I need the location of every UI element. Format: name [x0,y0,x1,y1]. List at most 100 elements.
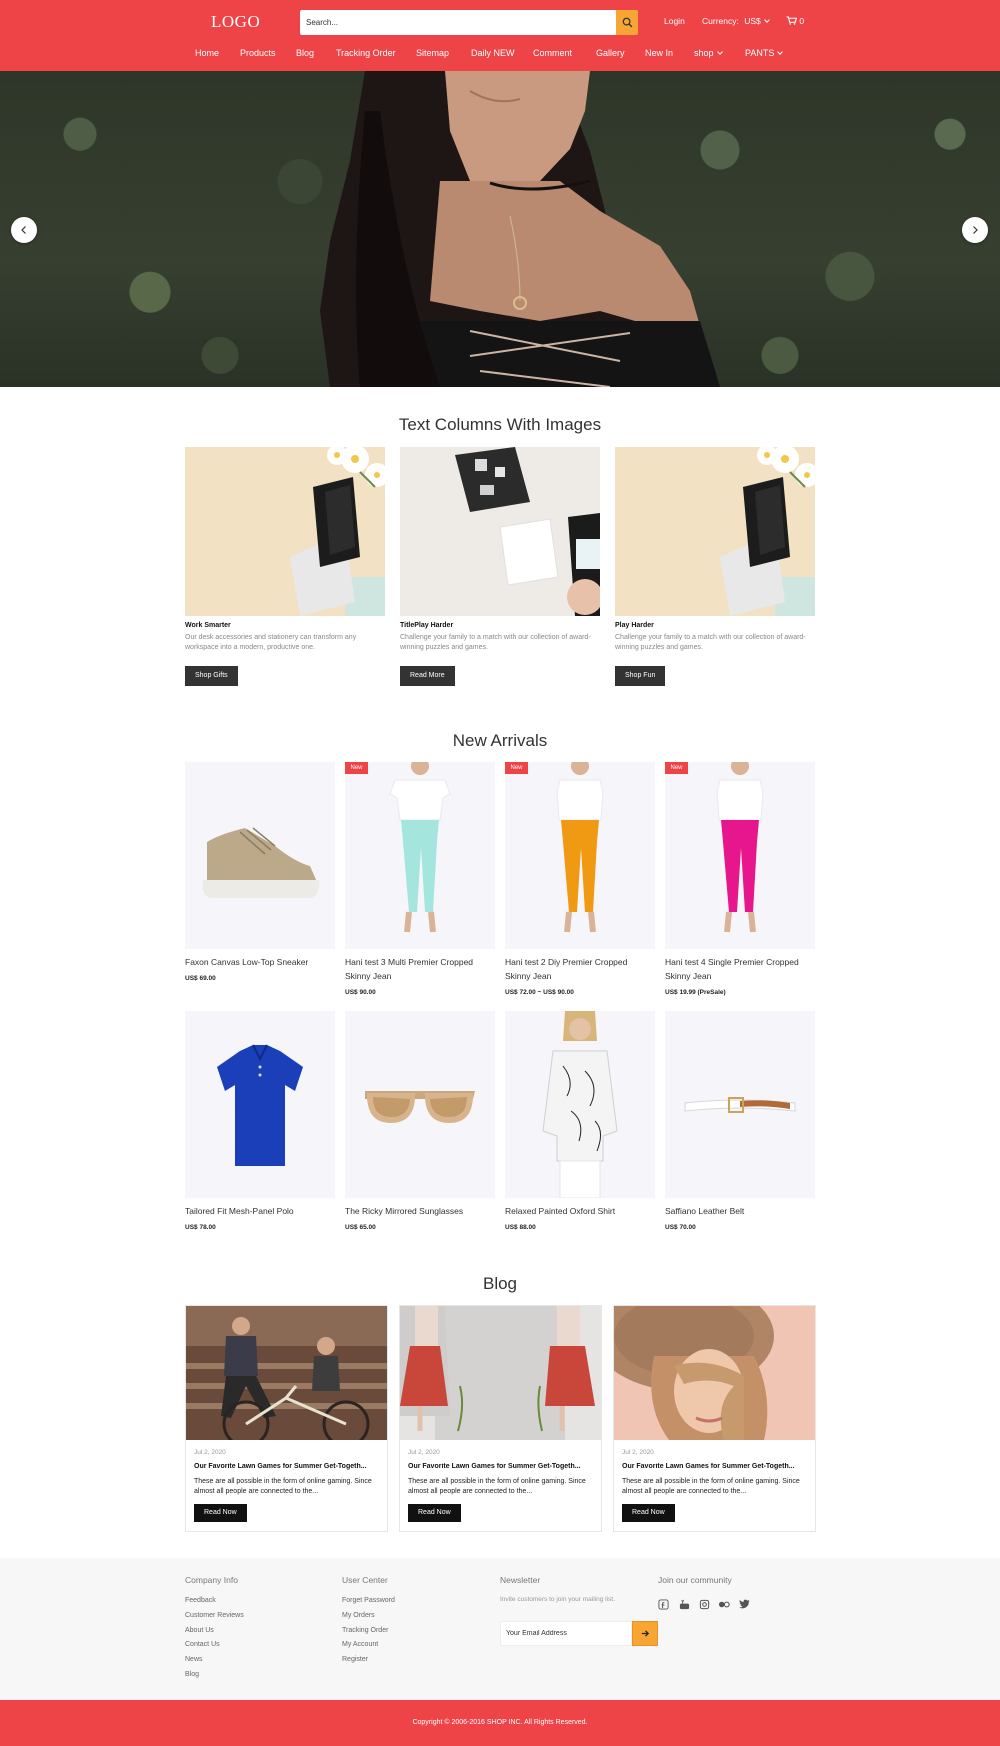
new-badge: New [505,762,528,774]
nav-sitemap[interactable]: Sitemap [416,48,449,58]
product-card[interactable]: The Ricky Mirrored Sunglasses US$ 65.00 [345,1011,495,1231]
newsletter-heading: Newsletter [500,1575,541,1585]
blog-post-title[interactable]: Our Favorite Lawn Games for Summer Get-T… [622,1463,808,1470]
product-name[interactable]: Hani test 3 Multi Premier Cropped Skinny… [345,955,495,983]
slider-next-button[interactable] [962,217,988,243]
user-center-heading: User Center [342,1575,388,1585]
product-image[interactable] [185,762,335,949]
main-nav: Home Products Blog Tracking Order Sitema… [0,48,1000,62]
nav-shop[interactable]: shop [694,48,723,58]
footer-link-blog[interactable]: Blog [185,1671,199,1678]
blog-card: Jul 2, 2020 Our Favorite Lawn Games for … [185,1305,388,1532]
column-text: Challenge your family to a match with ou… [615,634,806,651]
blog-image[interactable] [400,1306,601,1440]
product-image[interactable]: New [665,762,815,949]
polo-shirt-image [217,1044,303,1166]
shop-fun-button[interactable]: Shop Fun [615,666,666,686]
community-heading: Join our community [658,1575,732,1585]
product-image[interactable]: New [345,762,495,949]
search-input[interactable] [300,10,616,35]
currency-selector[interactable]: Currency: US$ [702,16,770,26]
nav-daily-new[interactable]: Daily NEW [471,48,515,58]
nav-pants[interactable]: PANTS [745,48,784,58]
product-image[interactable]: New [505,762,655,949]
product-card[interactable]: Saffiano Leather Belt US$ 70.00 [665,1011,815,1231]
product-card[interactable]: New Hani test 3 Multi Premier Cropped Sk… [345,762,495,996]
nav-comment[interactable]: Comment [533,48,572,58]
chevron-right-icon [973,226,978,234]
footer-link-news[interactable]: News [185,1656,203,1663]
blog-image[interactable] [614,1306,815,1440]
product-card[interactable]: Tailored Fit Mesh-Panel Polo US$ 78.00 [185,1011,335,1231]
product-name[interactable]: Relaxed Painted Oxford Shirt [505,1204,655,1218]
read-more-button[interactable]: Read More [400,666,455,686]
search-bar [300,10,638,35]
product-image[interactable] [665,1011,815,1198]
twitter-icon[interactable] [738,1598,750,1610]
footer-link-customer-reviews[interactable]: Customer Reviews [185,1612,244,1619]
woman-straw-hat-image [614,1306,815,1440]
column-text: Our desk accessories and stationery can … [185,634,357,651]
nav-blog[interactable]: Blog [296,48,314,58]
footer-link-my-account[interactable]: My Account [342,1641,378,1648]
footer-link-tracking-order[interactable]: Tracking Order [342,1627,388,1634]
column-image[interactable] [400,447,600,616]
product-name[interactable]: Saffiano Leather Belt [665,1204,815,1218]
nav-home[interactable]: Home [195,48,219,58]
game-cards-image [455,447,600,616]
product-image[interactable] [345,1011,495,1198]
copyright-text: Copyright © 2006-2016 SHOP INC. All Righ… [412,1719,588,1726]
shop-gifts-button[interactable]: Shop Gifts [185,666,238,686]
footer-link-contact-us[interactable]: Contact Us [185,1641,220,1648]
column-image[interactable] [615,447,815,616]
blog-image[interactable] [186,1306,387,1440]
product-name[interactable]: Hani test 4 Single Premier Cropped Skinn… [665,955,815,983]
cart-count: 0 [799,16,805,26]
flickr-icon[interactable] [718,1598,730,1610]
newsletter-submit-button[interactable] [632,1621,658,1646]
product-card[interactable]: New Hani test 4 Single Premier Cropped S… [665,762,815,996]
slider-prev-button[interactable] [11,217,37,243]
product-price: US$ 70.00 [665,1224,696,1231]
footer-link-about-us[interactable]: About Us [185,1627,214,1634]
product-card[interactable]: Faxon Canvas Low-Top Sneaker US$ 69.00 [185,762,335,982]
mirrored-dress-image [400,1306,601,1440]
footer-link-forget-password[interactable]: Forget Password [342,1597,395,1604]
nav-gallery[interactable]: Gallery [596,48,625,58]
product-name[interactable]: Faxon Canvas Low-Top Sneaker [185,955,335,969]
youtube-icon[interactable] [678,1598,690,1610]
new-badge: New [665,762,688,774]
nav-products[interactable]: Products [240,48,276,58]
site-header: LOGO Login Currency: US$ 0 Home Products… [0,0,1000,71]
footer-link-my-orders[interactable]: My Orders [342,1612,375,1619]
product-image[interactable] [505,1011,655,1198]
site-logo[interactable]: LOGO [211,12,260,32]
footer-link-register[interactable]: Register [342,1656,368,1663]
sunglasses-image [365,1091,475,1123]
blog-excerpt: These are all possible in the form of on… [408,1478,586,1495]
column-image[interactable] [185,447,385,616]
login-link[interactable]: Login [664,16,685,26]
blog-post-title[interactable]: Our Favorite Lawn Games for Summer Get-T… [194,1463,380,1470]
product-name[interactable]: Hani test 2 Diy Premier Cropped Skinny J… [505,955,655,983]
nav-tracking-order[interactable]: Tracking Order [336,48,396,58]
search-button[interactable] [616,10,638,35]
new-arrivals-title: New Arrivals [452,731,548,750]
read-now-button[interactable]: Read Now [194,1504,247,1522]
product-card[interactable]: New Hani test 2 Diy Premier Cropped Skin… [505,762,655,996]
product-image[interactable] [185,1011,335,1198]
cart-button[interactable]: 0 [786,16,804,26]
footer-link-feedback[interactable]: Feedback [185,1597,216,1604]
nav-new-in[interactable]: New In [645,48,673,58]
blog-post-title[interactable]: Our Favorite Lawn Games for Summer Get-T… [408,1463,594,1470]
read-now-button[interactable]: Read Now [408,1504,461,1522]
instagram-icon[interactable] [698,1598,710,1610]
product-name[interactable]: Tailored Fit Mesh-Panel Polo [185,1204,335,1218]
product-name[interactable]: The Ricky Mirrored Sunglasses [345,1204,495,1218]
hero-image [320,71,720,387]
newsletter-email-input[interactable] [500,1621,632,1646]
facebook-icon[interactable] [657,1598,669,1610]
read-now-button[interactable]: Read Now [622,1504,675,1522]
product-card[interactable]: Relaxed Painted Oxford Shirt US$ 88.00 [505,1011,655,1231]
product-price: US$ 78.00 [185,1224,216,1231]
